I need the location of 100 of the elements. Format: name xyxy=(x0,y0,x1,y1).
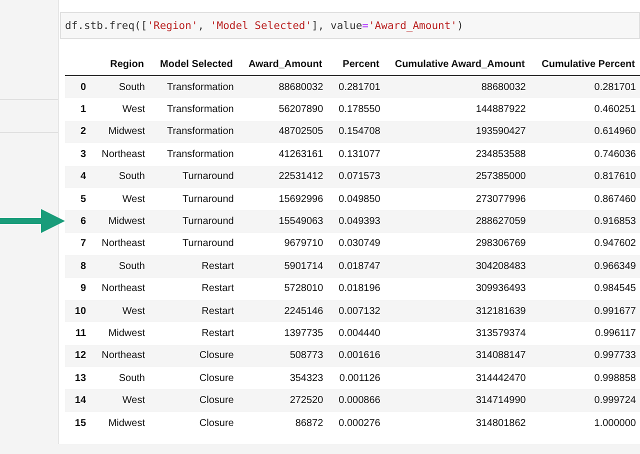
table-cell: 0.030749 xyxy=(338,238,380,250)
column-header: Percent xyxy=(342,58,380,70)
table-cell: Turnaround xyxy=(182,238,234,250)
table-cell: Midwest xyxy=(108,418,145,429)
table-cell: Restart xyxy=(202,260,234,272)
table-cell: 5901714 xyxy=(284,260,324,272)
table-cell: 272520 xyxy=(290,395,324,406)
table-cell: 0.998858 xyxy=(594,372,636,384)
table-cell: West xyxy=(122,395,145,406)
table-cell: Closure xyxy=(199,372,234,384)
table-cell: 298306769 xyxy=(476,238,526,250)
table-cell: 0.001126 xyxy=(339,372,380,384)
row-index: 14 xyxy=(74,395,86,406)
table-cell: 0.997733 xyxy=(594,350,636,362)
table-cell: 0.614960 xyxy=(594,126,636,138)
table-cell: 0.000276 xyxy=(338,418,380,429)
table-cell: 273077996 xyxy=(476,194,526,205)
table-cell: Closure xyxy=(199,418,234,429)
table-cell: 234853588 xyxy=(476,148,526,160)
table-cell: Midwest xyxy=(108,126,145,138)
table-cell: 2245146 xyxy=(284,306,324,317)
table-cell: 288627059 xyxy=(476,216,526,228)
table-cell: Turnaround xyxy=(182,194,234,205)
table-cell: 15549063 xyxy=(278,216,324,228)
table-cell: 144887922 xyxy=(476,104,526,116)
table-cell: 314088147 xyxy=(476,350,526,362)
table-cell: 0.996117 xyxy=(595,328,636,339)
row-index: 1 xyxy=(80,104,86,116)
table-cell: 41263161 xyxy=(278,148,324,160)
table-cell: 0.746036 xyxy=(594,148,636,160)
table-cell: 0.947602 xyxy=(594,238,636,250)
table-cell: West xyxy=(122,104,145,116)
table-cell: Restart xyxy=(202,328,234,339)
table-cell: 309936493 xyxy=(476,283,526,294)
table-cell: Closure xyxy=(199,350,234,362)
table-cell: 314714990 xyxy=(476,395,526,406)
table-cell: 0.984545 xyxy=(594,283,636,294)
row-index: 5 xyxy=(80,194,86,205)
table-cell: 56207890 xyxy=(278,104,324,116)
table-cell: Northeast xyxy=(102,148,145,160)
table-cell: 193590427 xyxy=(476,126,526,138)
code-input[interactable]: df.stb.freq(['Region', 'Model Selected'], value='Award_Amount') xyxy=(60,12,640,39)
table-cell: 313579374 xyxy=(476,328,526,339)
table-cell: 48702505 xyxy=(278,126,324,138)
table-cell: 257385000 xyxy=(476,171,526,182)
table-cell: Transformation xyxy=(166,82,234,93)
table-cell: 0.049393 xyxy=(338,216,380,228)
table-cell: 0.817610 xyxy=(594,171,636,182)
table-cell: 0.001616 xyxy=(338,350,380,362)
table-cell: South xyxy=(118,82,145,93)
row-index: 9 xyxy=(80,283,86,294)
table-cell: Transformation xyxy=(166,104,234,116)
table-cell: Turnaround xyxy=(182,216,234,228)
table-cell: South xyxy=(118,171,145,182)
table-cell: 9679710 xyxy=(284,238,324,250)
table-cell: 0.049850 xyxy=(338,194,380,205)
table-cell: West xyxy=(122,306,145,317)
table-cell: 0.018196 xyxy=(338,283,380,294)
table-cell: Transformation xyxy=(166,148,234,160)
table-cell: West xyxy=(122,194,145,205)
table-cell: 314801862 xyxy=(476,418,526,429)
table-cell: 0.018747 xyxy=(338,260,380,272)
row-index: 13 xyxy=(74,372,86,384)
table-cell: 0.131077 xyxy=(338,148,380,160)
table-cell: 0.154708 xyxy=(338,126,380,138)
table-cell: 0.916853 xyxy=(594,216,636,228)
column-header: Award_Amount xyxy=(248,58,322,70)
column-header: Cumulative Percent xyxy=(542,58,635,70)
row-index: 2 xyxy=(80,126,86,138)
table-cell: Closure xyxy=(199,395,234,406)
row-index: 3 xyxy=(80,148,86,160)
table-cell: Turnaround xyxy=(182,171,234,182)
table-cell: 0.004440 xyxy=(338,328,380,339)
table-cell: 0.281701 xyxy=(338,82,380,93)
table-cell: 304208483 xyxy=(476,260,526,272)
table-cell: 1397735 xyxy=(284,328,324,339)
table-cell: Northeast xyxy=(102,350,145,362)
row-index: 6 xyxy=(80,216,86,228)
row-index: 4 xyxy=(80,171,86,182)
table-cell: 15692996 xyxy=(278,194,324,205)
table-cell: 0.991677 xyxy=(594,306,636,317)
table-cell: 0.007132 xyxy=(338,306,380,317)
column-header: Region xyxy=(110,58,144,70)
table-cell: 0.966349 xyxy=(594,260,636,272)
row-index: 0 xyxy=(80,82,86,93)
table-cell: South xyxy=(118,372,145,384)
table-cell: Northeast xyxy=(102,238,145,250)
table-cell: 508773 xyxy=(290,350,324,362)
table-cell: 5728010 xyxy=(284,283,324,294)
table-cell: 0.999724 xyxy=(594,395,636,406)
row-index: 15 xyxy=(74,418,86,429)
table-cell: 0.281701 xyxy=(594,82,636,93)
table-cell: 1.000000 xyxy=(594,418,636,429)
table-cell: 88680032 xyxy=(481,82,526,93)
table-cell: 0.460251 xyxy=(594,104,636,116)
row-index: 7 xyxy=(80,238,86,250)
table-cell: 314442470 xyxy=(476,372,526,384)
table-cell: 86872 xyxy=(295,418,324,429)
table-cell: Restart xyxy=(202,283,234,294)
table-cell: South xyxy=(118,260,145,272)
